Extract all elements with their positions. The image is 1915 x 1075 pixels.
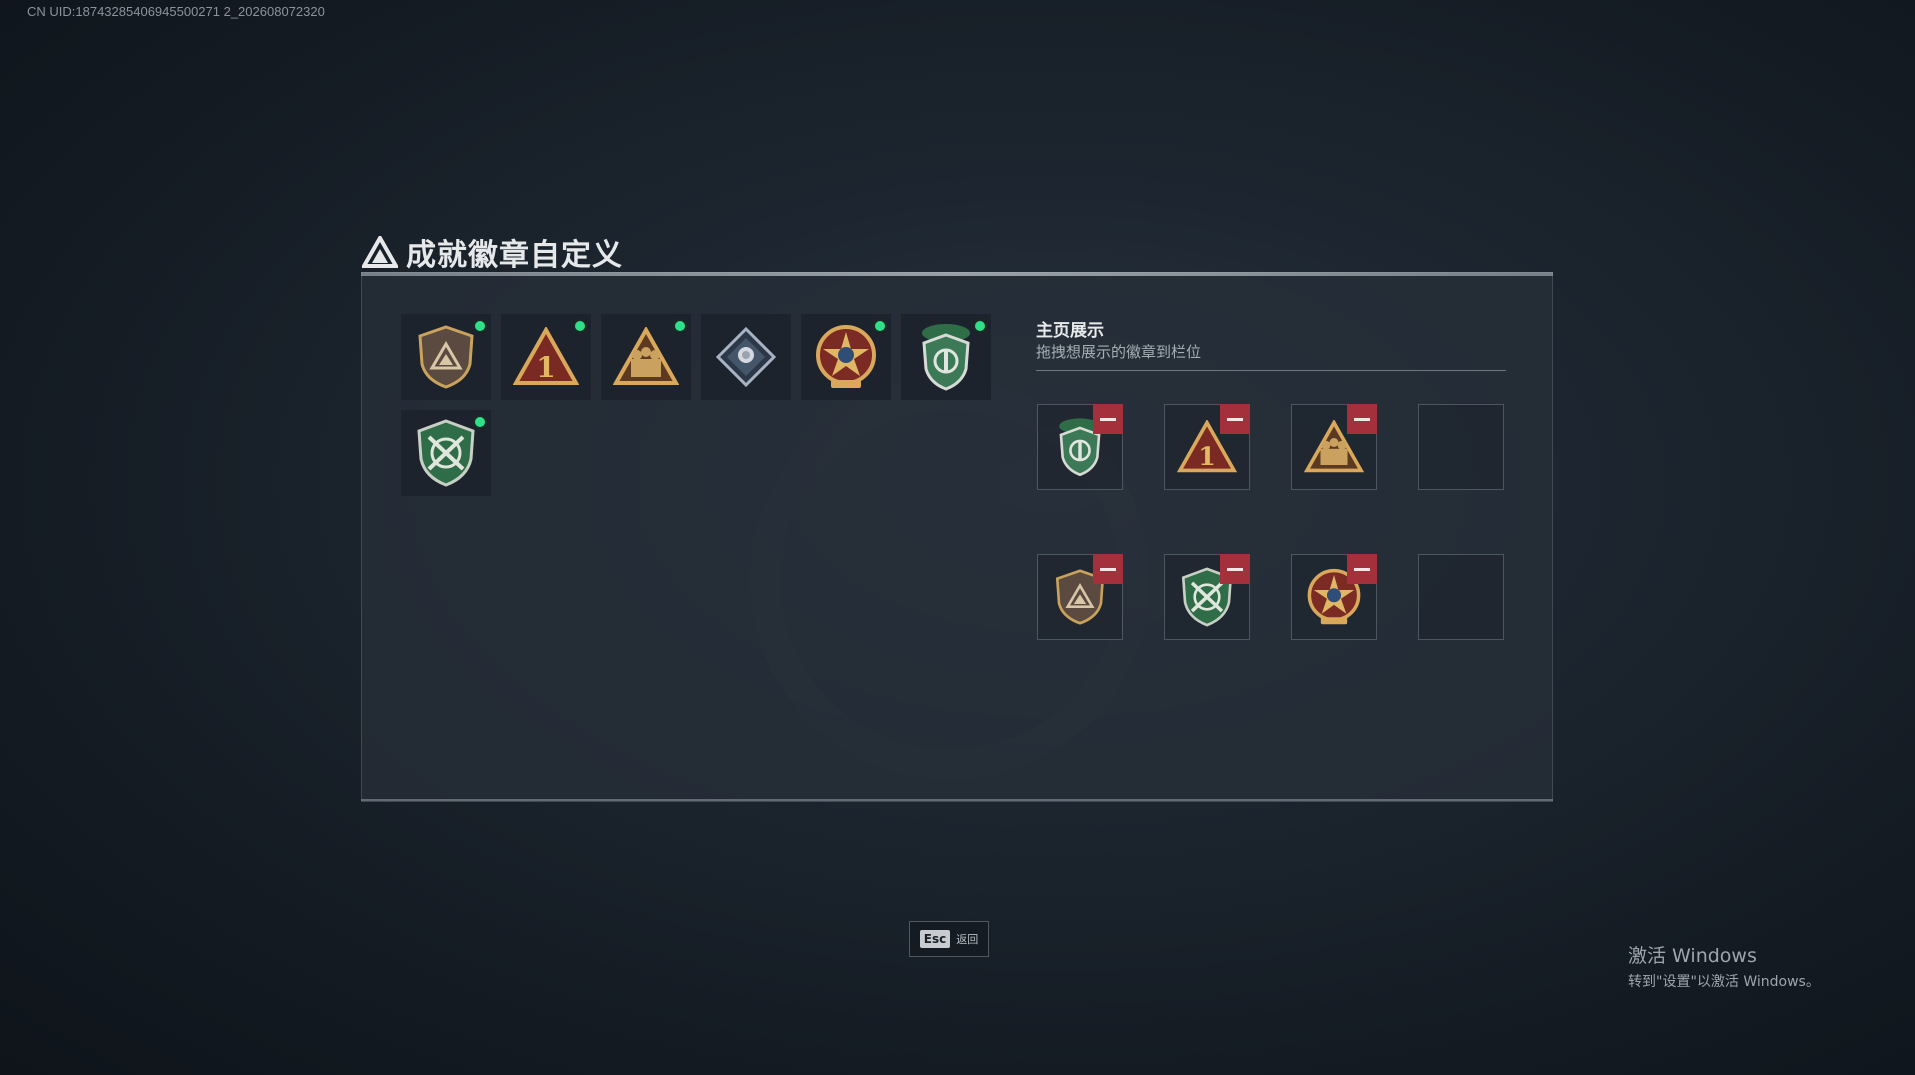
owned-badges-grid: 1 xyxy=(401,314,991,496)
badge-item[interactable] xyxy=(401,410,491,496)
panel-bottom-divider xyxy=(361,799,1553,801)
showcase-slots-grid: 1 xyxy=(1037,404,1504,640)
badge-item[interactable] xyxy=(701,314,791,400)
windows-activation-watermark: 激活 Windows 转到"设置"以激活 Windows。 xyxy=(1628,941,1820,991)
minus-icon xyxy=(1227,417,1243,421)
remove-badge-button[interactable] xyxy=(1347,554,1377,584)
panel-top-divider xyxy=(361,272,1553,276)
showcase-slot-2[interactable]: 1 xyxy=(1164,404,1250,490)
badge-item[interactable] xyxy=(901,314,991,400)
remove-badge-button[interactable] xyxy=(1347,404,1377,434)
minus-icon xyxy=(1354,417,1370,421)
new-indicator-dot xyxy=(973,319,987,333)
badge-item[interactable] xyxy=(801,314,891,400)
showcase-slot-3[interactable] xyxy=(1291,404,1377,490)
showcase-slot-5[interactable] xyxy=(1037,554,1123,640)
page-title: 成就徽章自定义 xyxy=(362,230,623,274)
showcase-slot-4-empty[interactable] xyxy=(1418,404,1504,490)
new-indicator-dot xyxy=(673,319,687,333)
remove-badge-button[interactable] xyxy=(1220,554,1250,584)
badge-item[interactable]: 1 xyxy=(501,314,591,400)
windows-activation-subtitle: 转到"设置"以激活 Windows。 xyxy=(1628,974,1820,990)
showcase-divider xyxy=(1036,370,1506,371)
showcase-slot-6[interactable] xyxy=(1164,554,1250,640)
showcase-slot-1[interactable] xyxy=(1037,404,1123,490)
back-label: 返回 xyxy=(956,933,979,946)
remove-badge-button[interactable] xyxy=(1220,404,1250,434)
green-crossed-rifles-badge-icon xyxy=(417,419,475,487)
star-medal-badge-icon xyxy=(816,325,876,388)
new-indicator-dot xyxy=(873,319,887,333)
green-beret-shield-badge-icon xyxy=(922,324,970,391)
minus-icon xyxy=(1354,567,1370,571)
new-indicator-dot xyxy=(473,415,487,429)
minus-icon xyxy=(1227,567,1243,571)
diamond-rose-badge-icon xyxy=(715,326,777,388)
badge-item[interactable] xyxy=(601,314,691,400)
uid-label: CN UID:18743285406945500271 2_2026080723… xyxy=(27,4,325,19)
triangle-logo-icon xyxy=(362,236,398,268)
svg-text:1: 1 xyxy=(1198,441,1216,471)
minus-icon xyxy=(1100,567,1116,571)
svg-text:1: 1 xyxy=(536,351,555,384)
showcase-slot-8-empty[interactable] xyxy=(1418,554,1504,640)
windows-activation-title: 激活 Windows xyxy=(1628,945,1757,967)
minus-icon xyxy=(1100,417,1116,421)
showcase-slot-7[interactable] xyxy=(1291,554,1377,640)
showcase-title: 主页展示 xyxy=(1036,321,1104,341)
triangle-number-one-badge-icon: 1 xyxy=(513,327,579,385)
remove-badge-button[interactable] xyxy=(1093,554,1123,584)
remove-badge-button[interactable] xyxy=(1093,404,1123,434)
triangle-soldiers-badge-icon xyxy=(613,327,679,385)
new-indicator-dot xyxy=(473,319,487,333)
back-button[interactable]: Esc 返回 xyxy=(909,921,989,957)
shield-triangle-badge-icon xyxy=(418,325,474,389)
showcase-subtitle: 拖拽想展示的徽章到栏位 xyxy=(1036,343,1202,361)
esc-key-icon: Esc xyxy=(919,930,951,948)
new-indicator-dot xyxy=(573,319,587,333)
page-title-text: 成就徽章自定义 xyxy=(406,238,623,273)
badge-item[interactable] xyxy=(401,314,491,400)
